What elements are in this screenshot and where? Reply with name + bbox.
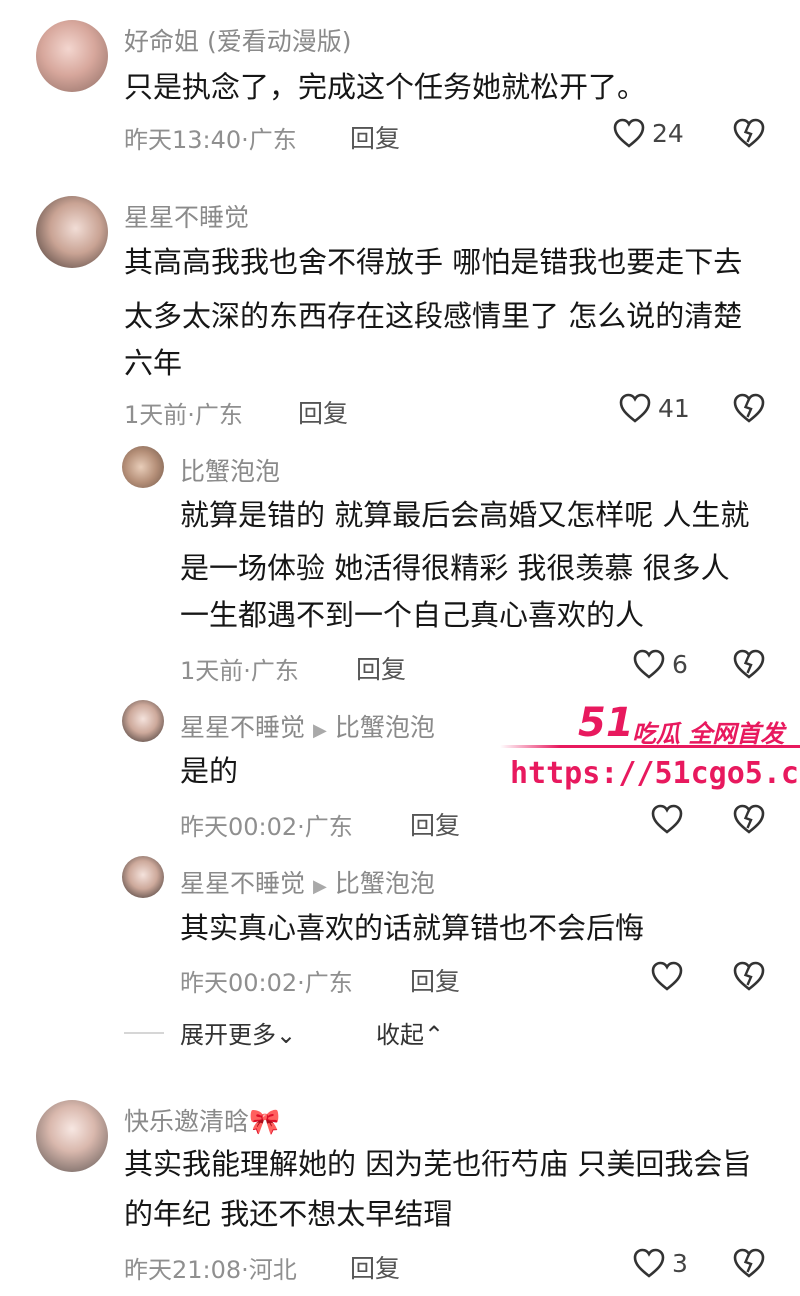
heart-outline-icon [618, 392, 652, 424]
commenter-name[interactable]: 星星不睡觉 [124, 198, 249, 234]
comment-timestamp: 昨天13:40·广东 [124, 126, 297, 154]
expand-more-button[interactable]: 展开更多⌄ [180, 1015, 296, 1050]
comment-text-line-2: 太多太深的东西存在这段感情里了 怎么说的清楚 [124, 299, 743, 333]
watermark-url: https://51cgo5.com [510, 756, 800, 791]
avatar[interactable] [36, 20, 108, 92]
heart-outline-icon [650, 960, 684, 992]
dislike-button[interactable] [732, 1247, 766, 1279]
broken-heart-icon [732, 1247, 766, 1279]
reply-timestamp: 1天前·广东 [180, 657, 299, 685]
heart-outline-icon [612, 117, 646, 149]
reply-timestamp: 昨天00:02·广东 [180, 969, 353, 997]
like-button[interactable] [650, 960, 684, 992]
reply-target-name[interactable]: 比蟹泡泡 [335, 869, 435, 898]
watermark: 51 吃瓜 全网首发 https://51cgo5.com [500, 698, 800, 803]
like-count: 6 [672, 649, 688, 679]
commenter-name[interactable]: 快乐邀清晗🎀 [124, 1102, 280, 1138]
reply-button[interactable]: 回复 [356, 650, 406, 686]
avatar[interactable] [122, 856, 164, 898]
heart-outline-icon [650, 803, 684, 835]
like-count: 3 [672, 1248, 688, 1278]
commenter-name[interactable]: 好命姐 (爱看动漫版) [124, 22, 351, 58]
broken-heart-icon [732, 392, 766, 424]
dislike-button[interactable] [732, 392, 766, 424]
comment-text-line-1: 其高高我我也舍不得放手 哪怕是错我也要走下去 [124, 245, 743, 279]
heart-outline-icon [632, 648, 666, 680]
reply-button[interactable]: 回复 [410, 806, 460, 842]
avatar[interactable] [122, 446, 164, 488]
comment-text-line-1: 其实我能理解她的 因为芜也衎芍庙 只美回我会旨 [124, 1147, 752, 1181]
broken-heart-icon [732, 803, 766, 835]
watermark-divider [500, 745, 800, 748]
commenter-name[interactable]: 星星不睡觉 [180, 713, 305, 742]
broken-heart-icon [732, 960, 766, 992]
reply-target-name[interactable]: 比蟹泡泡 [335, 713, 435, 742]
comment-text-line-2: 的年纪 我还不想太早结瑁 [124, 1197, 453, 1231]
reply-text-line-1: 就算是错的 就算最后会高婚又怎样呢 人生就 [180, 498, 750, 532]
comment-timestamp: 昨天21:08·河北 [124, 1256, 297, 1284]
like-button[interactable]: 6 [632, 648, 688, 680]
reply-header: 星星不睡觉 ▶ 比蟹泡泡 [180, 864, 435, 900]
heart-outline-icon [632, 1247, 666, 1279]
thread-controls: 展开更多⌄ 收起⌃ [124, 1015, 800, 1051]
reply-text-line-2: 是一场体验 她活得很精彩 我很羡慕 很多人 [180, 551, 730, 585]
like-count: 41 [658, 393, 690, 423]
reply-arrow-icon: ▶ [313, 876, 327, 897]
dislike-button[interactable] [732, 803, 766, 835]
dislike-button[interactable] [732, 960, 766, 992]
reply-arrow-icon: ▶ [313, 720, 327, 741]
comment-timestamp: 1天前·广东 [124, 401, 243, 429]
reply-text-line-3: 一生都遇不到一个自己真心喜欢的人 [180, 598, 645, 632]
reply-header: 星星不睡觉 ▶ 比蟹泡泡 [180, 708, 435, 744]
broken-heart-icon [732, 117, 766, 149]
comment-text: 只是执念了，完成这个任务她就松开了。 [124, 70, 647, 104]
commenter-name[interactable]: 比蟹泡泡 [180, 452, 280, 488]
watermark-brand: 51 [578, 700, 634, 746]
reply-text: 其实真心喜欢的话就算错也不会后悔 [180, 911, 645, 945]
commenter-name[interactable]: 星星不睡觉 [180, 869, 305, 898]
like-button[interactable]: 3 [632, 1247, 688, 1279]
reply-button[interactable]: 回复 [298, 394, 348, 430]
like-count: 24 [652, 118, 684, 148]
avatar[interactable] [122, 700, 164, 742]
watermark-tagline: 吃瓜 全网首发 [632, 720, 785, 748]
avatar[interactable] [36, 196, 108, 268]
like-button[interactable]: 24 [612, 117, 684, 149]
dislike-button[interactable] [732, 648, 766, 680]
broken-heart-icon [732, 648, 766, 680]
collapse-button[interactable]: 收起⌃ [376, 1015, 444, 1050]
avatar[interactable] [36, 1100, 108, 1172]
dislike-button[interactable] [732, 117, 766, 149]
comment-text-line-3: 六年 [124, 346, 183, 380]
thread-divider [124, 1032, 164, 1034]
like-button[interactable]: 41 [618, 392, 690, 424]
reply-button[interactable]: 回复 [410, 962, 460, 998]
reply-button[interactable]: 回复 [350, 119, 400, 155]
like-button[interactable] [650, 803, 684, 835]
reply-button[interactable]: 回复 [350, 1249, 400, 1285]
reply-text: 是的 [180, 754, 239, 788]
reply-timestamp: 昨天00:02·广东 [180, 813, 353, 841]
